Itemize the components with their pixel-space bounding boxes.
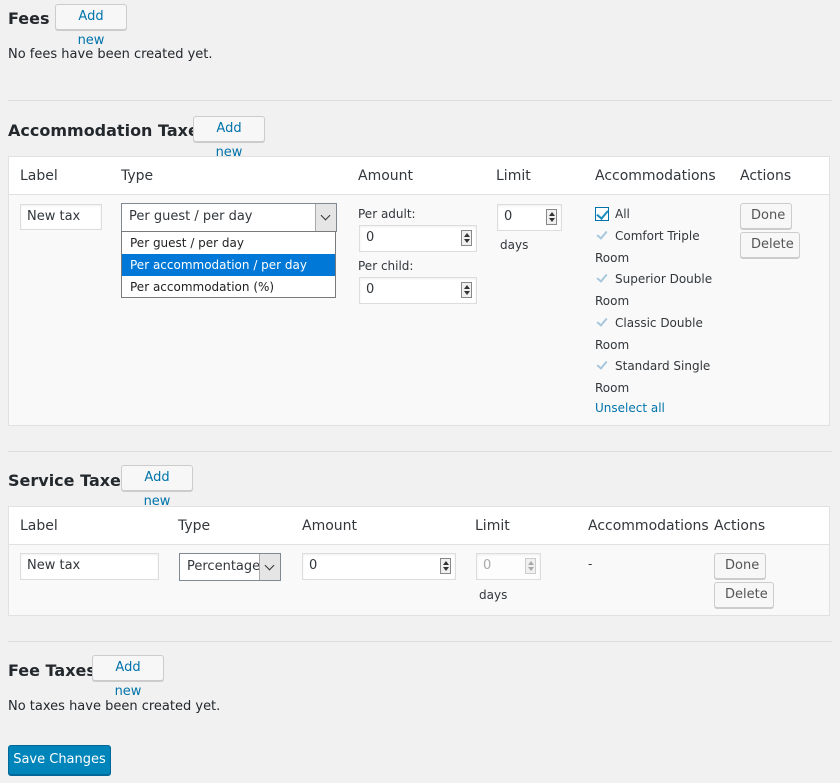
limit-value: 0 [504,209,513,224]
fee-taxes-empty-message: No taxes have been created yet. [8,699,221,714]
check-icon[interactable] [595,272,609,286]
header-limit: Limit [475,518,510,534]
service-taxes-table: Label Type Amount Limit Accommodations A… [8,506,830,616]
type-select-value: Percentage [187,559,261,574]
accommodation-item-label: Standard Single [615,359,711,373]
check-icon[interactable] [595,316,609,330]
stepper-icon[interactable] [461,230,472,246]
accommodation-item-label: Room [595,338,630,352]
header-label: Label [20,518,58,534]
done-button[interactable]: Done [740,203,792,229]
section-divider [8,641,832,642]
limit-unit: days [500,238,529,252]
per-adult-value: 0 [366,230,375,245]
accommodation-tax-type-select[interactable]: Per guest / per day [121,203,337,232]
accommodation-taxes-title: Accommodation Taxes [8,121,209,140]
stepper-icon[interactable] [440,558,451,574]
service-taxes-add-new-button[interactable]: Add new [121,465,193,509]
stepper-icon[interactable] [546,209,557,225]
service-tax-amount-input[interactable]: 0 [302,553,456,580]
type-select-value: Per guest / per day [129,209,253,224]
header-amount: Amount [358,168,414,184]
header-limit: Limit [496,168,531,184]
section-divider [8,451,832,452]
accommodation-item-label: Superior Double [615,272,713,286]
accommodation-item-label: Room [595,294,630,308]
limit-value: 0 [483,558,492,573]
per-adult-label: Per adult: [358,207,416,221]
type-option-per-accommodation-percent[interactable]: Per accommodation (%) [122,276,335,298]
per-adult-input[interactable]: 0 [359,225,477,252]
per-child-label: Per child: [358,259,414,273]
header-amount: Amount [302,518,358,534]
stepper-icon[interactable] [461,282,472,298]
save-changes-button[interactable]: Save Changes [8,745,111,775]
delete-button[interactable]: Delete [714,582,774,608]
header-accommodations: Accommodations [588,518,709,534]
fee-taxes-title: Fee Taxes [8,661,96,680]
stepper-icon [525,558,536,574]
header-accommodations: Accommodations [595,168,716,184]
per-child-input[interactable]: 0 [359,277,477,304]
header-actions: Actions [714,518,766,534]
fees-empty-message: No fees have been created yet. [8,47,213,62]
service-tax-type-select[interactable]: Percentage [179,553,281,581]
checkbox-all[interactable] [595,207,609,221]
accommodation-item-label: Classic Double [615,316,703,330]
accommodation-tax-label-input[interactable]: New tax [20,204,102,230]
chevron-down-icon[interactable] [315,204,336,231]
type-option-per-guest[interactable]: Per guest / per day [122,232,335,254]
header-actions: Actions [740,168,792,184]
check-icon[interactable] [595,229,609,243]
service-accommodations-value: - [588,557,593,571]
header-type: Type [121,168,154,184]
header-type: Type [178,518,211,534]
done-button[interactable]: Done [714,553,766,579]
table-header: Label Type Amount Limit Accommodations A… [9,507,829,545]
accommodation-item-label: Room [595,251,630,265]
accommodation-taxes-table: Label Type Amount Limit Accommodations A… [8,156,830,426]
header-label: Label [20,168,58,184]
chevron-down-icon[interactable] [259,554,280,580]
limit-unit: days [479,588,508,602]
amount-value: 0 [309,558,318,573]
delete-button[interactable]: Delete [740,232,800,258]
unselect-all-link[interactable]: Unselect all [595,401,665,415]
service-tax-limit-input: 0 [476,553,541,580]
type-dropdown-list: Per guest / per day Per accommodation / … [121,231,336,298]
accommodation-taxes-add-new-button[interactable]: Add new [193,116,265,160]
service-tax-label-input[interactable]: New tax [20,553,159,580]
type-option-per-accommodation-day[interactable]: Per accommodation / per day [122,254,335,276]
per-child-value: 0 [366,282,375,297]
table-header: Label Type Amount Limit Accommodations A… [9,157,829,195]
limit-input[interactable]: 0 [497,204,562,231]
check-icon[interactable] [595,359,609,373]
section-divider [8,100,832,101]
fees-title: Fees [8,9,50,28]
accommodation-item-label: Room [595,381,630,395]
accommodation-all-label: All [615,207,630,221]
accommodation-item-label: Comfort Triple [615,229,700,243]
service-taxes-title: Service Taxes [8,471,131,490]
fees-add-new-button[interactable]: Add new [55,4,127,48]
fee-taxes-add-new-button[interactable]: Add new [92,655,164,699]
